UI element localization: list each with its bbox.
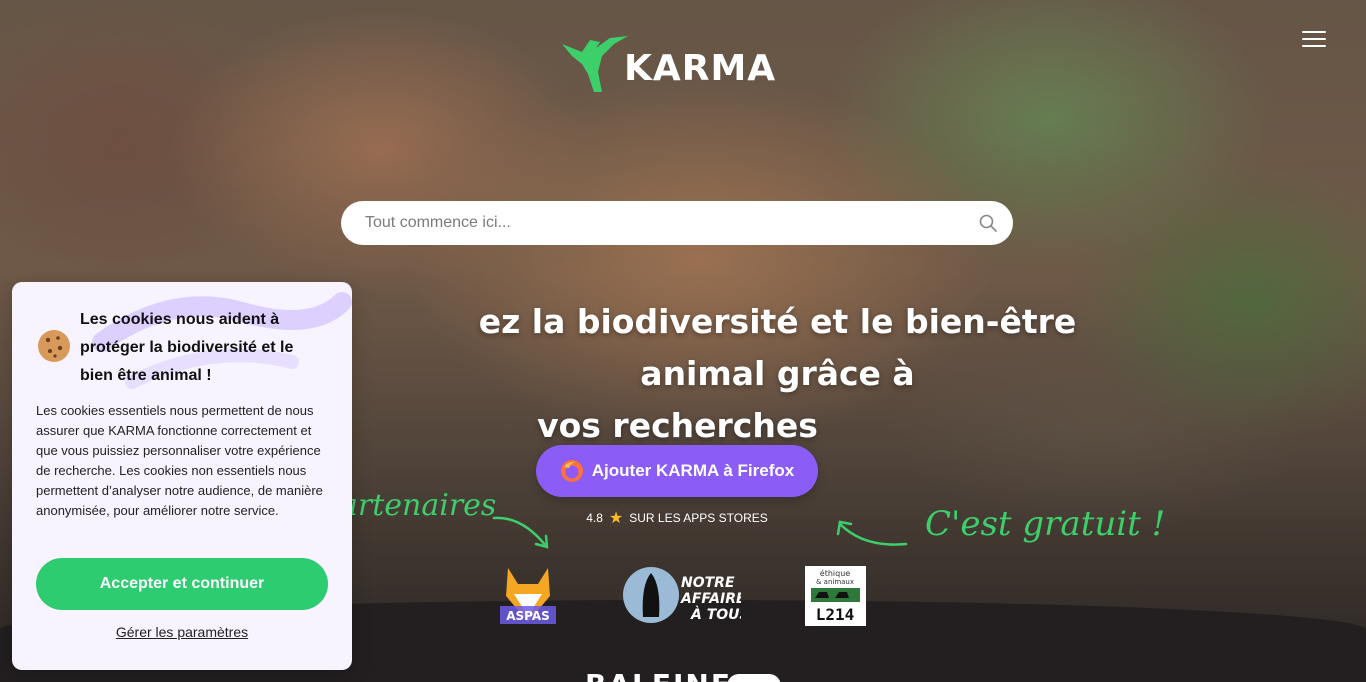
arrow-left-icon xyxy=(836,520,908,546)
search-icon[interactable] xyxy=(979,214,997,232)
svg-text:AFFAIRE: AFFAIRE xyxy=(680,591,741,607)
baleine-badge-icon xyxy=(727,674,781,682)
accept-cookies-button[interactable]: Accepter et continuer xyxy=(36,558,328,610)
hamburger-line xyxy=(1302,38,1326,40)
hero-headline: ez la biodiversité et le bien-être anima… xyxy=(230,296,1125,452)
add-to-firefox-button[interactable]: Ajouter KARMA à Firefox xyxy=(536,445,818,497)
svg-text:& animaux: & animaux xyxy=(816,578,854,586)
footer-brand-partial: BALEINE xyxy=(585,668,732,682)
partners-script-text: artenaires xyxy=(340,488,497,523)
cta-label: Ajouter KARMA à Firefox xyxy=(591,461,795,480)
cookie-consent-panel: Les cookies nous aident à protéger la bi… xyxy=(12,282,352,670)
notre-affaire-a-tous-logo[interactable]: NOTRE AFFAIRE À TOUS xyxy=(621,565,741,625)
search-bar xyxy=(341,201,1013,245)
rating-text: SUR LES APPS STORES xyxy=(629,511,768,525)
star-icon: ★ xyxy=(608,510,624,527)
search-input[interactable] xyxy=(341,201,961,245)
manage-cookie-settings-link[interactable]: Gérer les paramètres xyxy=(36,624,328,640)
hamburger-line xyxy=(1302,45,1326,47)
l214-logo[interactable]: éthique & animaux L214 xyxy=(805,566,866,626)
hamburger-menu-icon xyxy=(1302,31,1326,33)
hummingbird-icon xyxy=(562,36,628,92)
cookie-title: Les cookies nous aident à protéger la bi… xyxy=(80,311,294,384)
svg-text:L214: L214 xyxy=(816,605,855,624)
cookie-icon xyxy=(38,330,70,362)
logo-text: KARMA xyxy=(624,47,777,89)
headline-line-1: ez la biodiversité et le bien-être anima… xyxy=(478,302,1077,393)
svg-text:NOTRE: NOTRE xyxy=(681,575,735,591)
cookie-description: Les cookies essentiels nous permettent d… xyxy=(36,403,323,518)
app-rating: 4.8 ★ SUR LES APPS STORES xyxy=(540,508,814,528)
aspas-logo[interactable]: ASPAS xyxy=(500,566,556,624)
karma-logo[interactable]: KARMA xyxy=(560,34,790,96)
free-script-text: C'est gratuit ! xyxy=(925,504,1166,544)
firefox-icon xyxy=(560,460,583,482)
svg-text:À TOUS: À TOUS xyxy=(690,606,741,623)
svg-text:éthique: éthique xyxy=(820,568,851,578)
hamburger-menu-button[interactable] xyxy=(1302,31,1326,49)
rating-value: 4.8 xyxy=(586,511,603,525)
svg-text:ASPAS: ASPAS xyxy=(506,609,550,623)
arrow-down-right-icon xyxy=(492,516,549,549)
